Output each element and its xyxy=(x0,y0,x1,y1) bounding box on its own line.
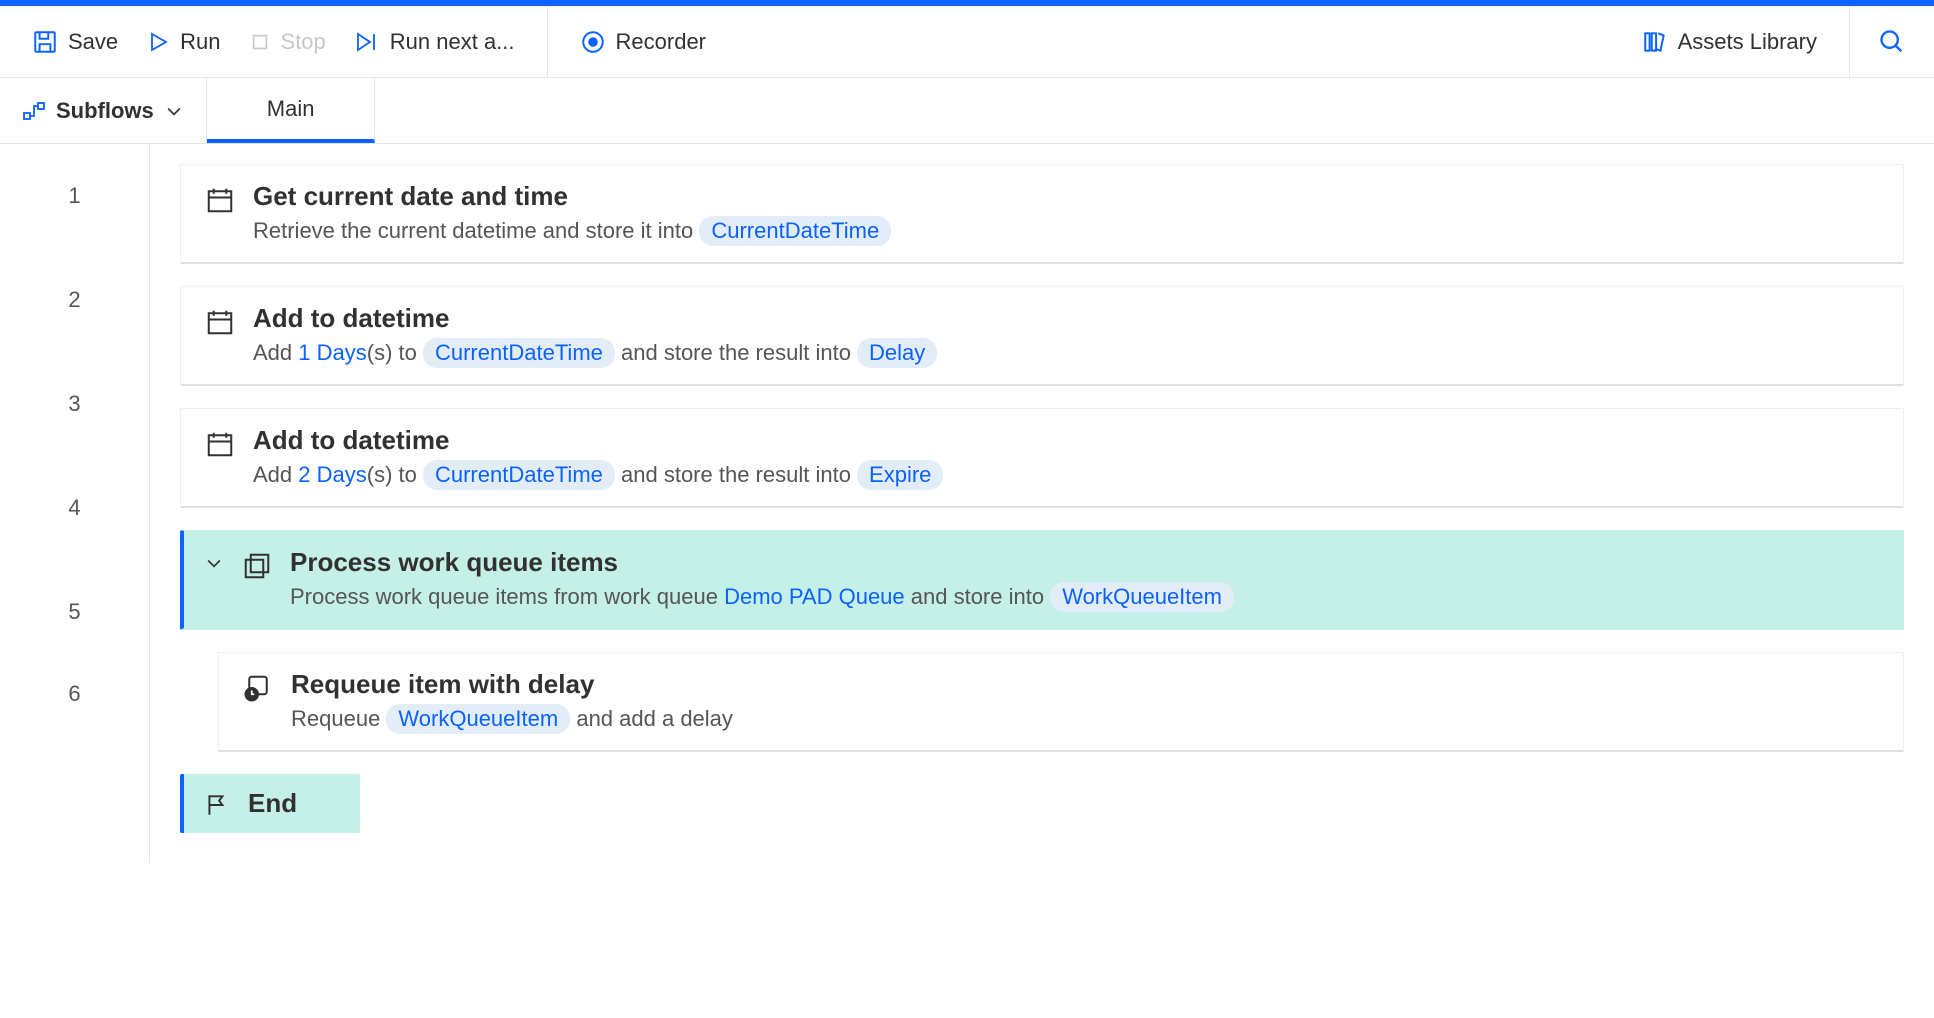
save-button[interactable]: Save xyxy=(18,21,132,63)
steps-panel: Get current date and time Retrieve the c… xyxy=(150,144,1934,863)
requeue-icon xyxy=(243,669,273,703)
save-icon xyxy=(32,29,58,55)
stop-icon xyxy=(249,31,271,53)
recorder-label: Recorder xyxy=(616,29,706,55)
action-step[interactable]: Add to datetime Add 1 Days(s) to Current… xyxy=(180,286,1904,386)
stop-label: Stop xyxy=(281,29,326,55)
value-link[interactable]: 2 Days xyxy=(298,462,366,487)
action-step-nested[interactable]: Requeue item with delay Requeue WorkQueu… xyxy=(218,652,1904,752)
step-title: End xyxy=(248,788,332,819)
search-button[interactable] xyxy=(1878,28,1906,56)
tab-main-label: Main xyxy=(267,96,315,122)
variable-chip[interactable]: WorkQueueItem xyxy=(386,704,570,734)
save-label: Save xyxy=(68,29,118,55)
variable-chip[interactable]: WorkQueueItem xyxy=(1050,582,1234,612)
line-number: 1 xyxy=(0,144,149,248)
run-button[interactable]: Run xyxy=(132,21,234,63)
variable-chip[interactable]: Expire xyxy=(857,460,943,490)
line-number: 3 xyxy=(0,352,149,456)
assets-label: Assets Library xyxy=(1678,29,1817,55)
line-number: 4 xyxy=(0,456,149,560)
play-icon xyxy=(146,30,170,54)
variable-chip[interactable]: Delay xyxy=(857,338,937,368)
collapse-toggle[interactable] xyxy=(204,547,224,573)
step-icon xyxy=(354,30,380,54)
variable-chip[interactable]: CurrentDateTime xyxy=(423,338,615,368)
line-gutter: 1 2 3 4 5 6 xyxy=(0,144,150,863)
step-title: Requeue item with delay xyxy=(291,669,1879,700)
variable-chip[interactable]: CurrentDateTime xyxy=(699,216,891,246)
record-icon xyxy=(580,29,606,55)
calendar-icon xyxy=(205,303,235,337)
step-title: Process work queue items xyxy=(290,547,1879,578)
calendar-icon xyxy=(205,181,235,215)
workspace: 1 2 3 4 5 6 Get current date and time Re… xyxy=(0,144,1934,863)
action-step[interactable]: Get current date and time Retrieve the c… xyxy=(180,164,1904,264)
calendar-icon xyxy=(205,425,235,459)
subflows-dropdown[interactable]: Subflows xyxy=(0,78,207,143)
step-title: Add to datetime xyxy=(253,425,1879,456)
queue-icon xyxy=(242,547,272,581)
subflows-label: Subflows xyxy=(56,98,154,124)
toolbar: Save Run Stop Run next a... Recorder xyxy=(0,6,1934,78)
action-step-end[interactable]: End xyxy=(180,774,360,833)
value-link[interactable]: 1 Days xyxy=(298,340,366,365)
variable-chip[interactable]: CurrentDateTime xyxy=(423,460,615,490)
step-desc: Add 1 Days(s) to CurrentDateTime and sto… xyxy=(253,338,1879,368)
line-number: 5 xyxy=(0,560,149,664)
action-step-selected[interactable]: Process work queue items Process work qu… xyxy=(180,530,1904,630)
tab-main[interactable]: Main xyxy=(207,78,376,143)
step-title: Add to datetime xyxy=(253,303,1879,334)
flag-icon xyxy=(204,788,230,818)
library-icon xyxy=(1642,29,1668,55)
run-next-button[interactable]: Run next a... xyxy=(340,21,529,63)
value-link[interactable]: Demo PAD Queue xyxy=(724,584,905,609)
line-number: 2 xyxy=(0,248,149,352)
recorder-button[interactable]: Recorder xyxy=(566,21,720,63)
chevron-down-icon xyxy=(164,101,184,121)
step-desc: Add 2 Days(s) to CurrentDateTime and sto… xyxy=(253,460,1879,490)
line-number: 6 xyxy=(0,664,149,724)
step-title: Get current date and time xyxy=(253,181,1879,212)
step-desc: Requeue WorkQueueItem and add a delay xyxy=(291,704,1879,734)
assets-library-button[interactable]: Assets Library xyxy=(1628,21,1831,63)
step-desc: Process work queue items from work queue… xyxy=(290,582,1879,612)
flow-icon xyxy=(22,99,46,123)
action-step[interactable]: Add to datetime Add 2 Days(s) to Current… xyxy=(180,408,1904,508)
step-desc: Retrieve the current datetime and store … xyxy=(253,216,1879,246)
subflow-bar: Subflows Main xyxy=(0,78,1934,144)
stop-button: Stop xyxy=(235,21,340,63)
run-next-label: Run next a... xyxy=(390,29,515,55)
run-label: Run xyxy=(180,29,220,55)
